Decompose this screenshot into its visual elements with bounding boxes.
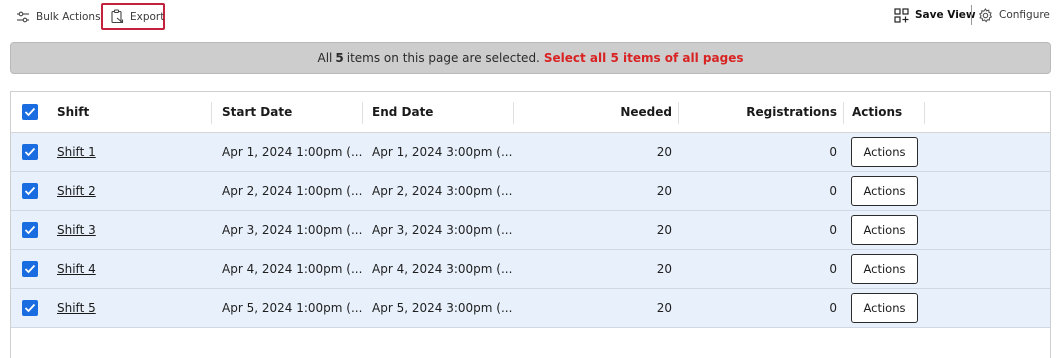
configure-button[interactable]: Configure (978, 6, 1050, 24)
selection-banner: All 5 items on this page are selected. S… (10, 42, 1051, 74)
table-header-row: Shift Start Date End Date Needed Registr… (11, 92, 1050, 133)
row-actions-button[interactable]: Actions (851, 137, 918, 167)
column-header-start-date[interactable]: Start Date (222, 92, 292, 132)
shift-link[interactable]: Shift 2 (57, 184, 96, 198)
shift-link[interactable]: Shift 5 (57, 301, 96, 315)
checkmark-icon (24, 225, 36, 235)
select-all-pages-link[interactable]: Select all 5 items of all pages (544, 51, 744, 65)
table-row: Shift 1 Apr 1, 2024 1:00pm (... Apr 1, 202… (11, 133, 1050, 172)
row-checkbox[interactable] (22, 144, 38, 160)
table-row: Shift 5 Apr 5, 2024 1:00pm (... Apr 5, 202… (11, 289, 1050, 328)
save-view-label: Save View (915, 9, 976, 21)
row-actions-button[interactable]: Actions (851, 176, 918, 206)
registrations-cell: 0 (829, 262, 837, 276)
column-divider (843, 102, 844, 124)
start-date-cell: Apr 3, 2024 1:00pm (... (222, 223, 363, 237)
row-actions-button[interactable]: Actions (851, 215, 918, 245)
column-header-registrations[interactable]: Registrations (688, 92, 837, 132)
column-divider (362, 102, 363, 124)
row-checkbox[interactable] (22, 261, 38, 277)
needed-cell: 20 (656, 223, 672, 237)
shifts-table: Shift Start Date End Date Needed Registr… (10, 91, 1051, 358)
banner-count: 5 (335, 51, 344, 65)
shift-link[interactable]: Shift 3 (57, 223, 96, 237)
shift-link[interactable]: Shift 1 (57, 145, 96, 159)
sliders-icon (16, 10, 30, 24)
checkmark-icon (24, 147, 36, 157)
registrations-cell: 0 (829, 184, 837, 198)
bulk-actions-button[interactable]: Bulk Actions (16, 8, 101, 26)
column-header-needed[interactable]: Needed (523, 92, 672, 132)
column-header-end-date[interactable]: End Date (372, 92, 433, 132)
checkmark-icon (24, 107, 36, 117)
configure-label: Configure (999, 9, 1050, 21)
column-divider (211, 102, 212, 124)
column-divider (678, 102, 679, 124)
save-view-button[interactable]: Save View (894, 6, 976, 24)
needed-cell: 20 (656, 301, 672, 315)
row-actions-button[interactable]: Actions (851, 293, 918, 323)
banner-prefix: All (317, 51, 333, 65)
row-checkbox[interactable] (22, 300, 38, 316)
table-row: Shift 4 Apr 4, 2024 1:00pm (... Apr 4, 202… (11, 250, 1050, 289)
registrations-cell: 0 (829, 223, 837, 237)
select-all-checkbox[interactable] (22, 104, 38, 120)
export-button[interactable]: Export (101, 3, 165, 30)
gear-icon (978, 7, 993, 23)
checkmark-icon (24, 264, 36, 274)
row-checkbox[interactable] (22, 222, 38, 238)
needed-cell: 20 (656, 262, 672, 276)
start-date-cell: Apr 1, 2024 1:00pm (... (222, 145, 363, 159)
registrations-cell: 0 (829, 145, 837, 159)
needed-cell: 20 (656, 184, 672, 198)
column-divider (924, 102, 925, 124)
shift-link[interactable]: Shift 4 (57, 262, 96, 276)
end-date-cell: Apr 2, 2024 3:00pm (... (372, 184, 513, 198)
start-date-cell: Apr 2, 2024 1:00pm (... (222, 184, 363, 198)
registrations-cell: 0 (829, 301, 837, 315)
column-divider (513, 102, 514, 124)
start-date-cell: Apr 4, 2024 1:00pm (... (222, 262, 363, 276)
column-header-shift[interactable]: Shift (57, 92, 89, 132)
end-date-cell: Apr 4, 2024 3:00pm (... (372, 262, 513, 276)
row-checkbox[interactable] (22, 183, 38, 199)
export-label: Export (130, 10, 165, 23)
table-row: Shift 3 Apr 3, 2024 1:00pm (... Apr 3, 202… (11, 211, 1050, 250)
end-date-cell: Apr 1, 2024 3:00pm (... (372, 145, 513, 159)
toolbar-divider (971, 5, 972, 25)
clipboard-export-icon (110, 9, 124, 24)
column-header-actions: Actions (852, 105, 903, 119)
toolbar: Bulk Actions Export Save View Configure (0, 0, 1062, 34)
end-date-cell: Apr 3, 2024 3:00pm (... (372, 223, 513, 237)
bulk-actions-label: Bulk Actions (36, 11, 101, 23)
end-date-cell: Apr 5, 2024 3:00pm (... (372, 301, 513, 315)
banner-suffix: items on this page are selected. (346, 51, 540, 65)
row-actions-button[interactable]: Actions (851, 254, 918, 284)
checkmark-icon (24, 186, 36, 196)
start-date-cell: Apr 5, 2024 1:00pm (... (222, 301, 363, 315)
needed-cell: 20 (656, 145, 672, 159)
table-row: Shift 2 Apr 2, 2024 1:00pm (... Apr 2, 202… (11, 172, 1050, 211)
checkmark-icon (24, 303, 36, 313)
save-view-grid-icon (894, 7, 909, 23)
